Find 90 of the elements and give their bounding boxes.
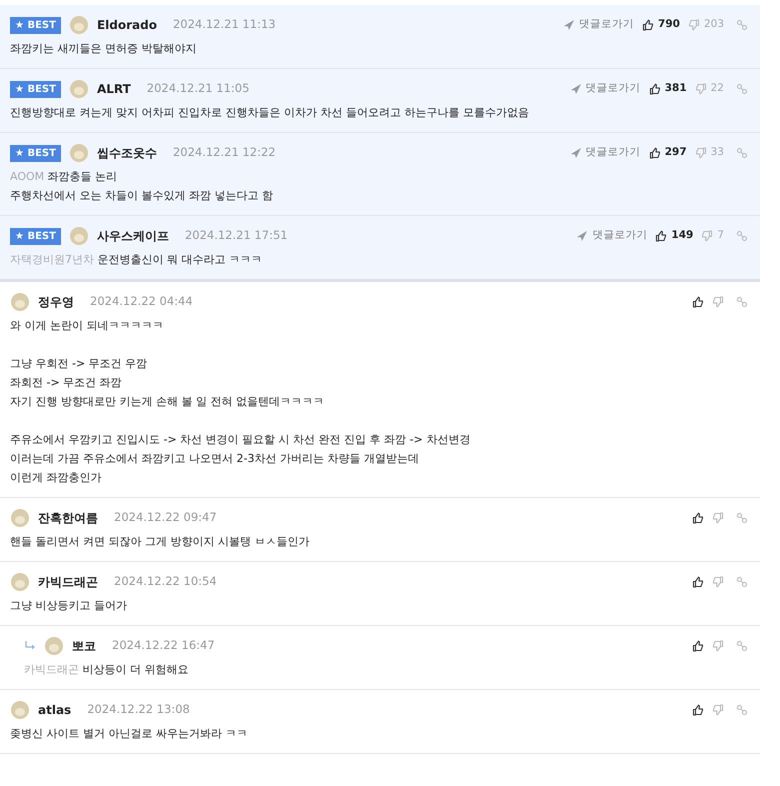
dislike-button[interactable] [712, 640, 724, 652]
thumbs-up-icon [692, 576, 704, 588]
avatar [68, 226, 89, 246]
comment-text: 핸들 돌리면서 켜면 되잖아 그게 방향이지 시볼탱 ㅂㅅ들인가 [10, 534, 310, 550]
comment-time: 2024.12.21 11:05 [146, 80, 250, 98]
comment-text: 그냥 비상등키고 들어가 [10, 598, 128, 614]
thumbs-down-icon [712, 704, 724, 716]
avatar [10, 572, 30, 592]
like-button[interactable]: 149 [655, 228, 694, 244]
go-to-comment-link[interactable]: 댓글로가기 [576, 228, 648, 244]
author-name[interactable]: 사우스케이프 [96, 227, 169, 245]
link-icon[interactable] [736, 640, 748, 652]
comment-text: AOOM 좌깜충들 논리 주행차선에서 오는 차들이 볼수있게 좌깜 넣는다고 함 [10, 169, 274, 204]
author-name[interactable]: Eldorado [96, 16, 157, 34]
like-button[interactable] [692, 704, 704, 716]
dislike-button[interactable] [712, 296, 724, 308]
dislike-button[interactable] [712, 512, 724, 524]
reply-arrow-icon [24, 640, 36, 652]
best-badge: ★ BEST [10, 80, 61, 98]
thumbs-up-icon [692, 704, 704, 716]
go-to-comment-link[interactable]: 댓글로가기 [563, 17, 634, 33]
avatar [10, 292, 30, 312]
avatar [68, 79, 89, 99]
comment-text: 진행방향대로 켜는게 맞지 어차피 진입차로 진행차들은 이차가 차선 들어오려고 하는구나를 모를수가없음 [10, 105, 530, 121]
best-badge: ★ BEST [10, 144, 61, 162]
thumbs-up-icon [692, 296, 704, 308]
thumbs-down-icon [712, 512, 724, 524]
avatar [44, 636, 64, 656]
link-icon[interactable] [736, 230, 748, 242]
best-badge: ★ BEST [10, 228, 61, 244]
link-icon[interactable] [736, 704, 748, 716]
thumbs-up-icon [692, 640, 704, 652]
send-icon [563, 19, 576, 31]
comment-text: 좆병신 사이트 별거 아닌걸로 싸우는거봐라 ㅋㅋ [10, 726, 248, 742]
go-to-comment-link[interactable]: 댓글로가기 [570, 145, 641, 161]
author-name[interactable]: 씹수조옷수 [96, 144, 157, 162]
best-badge: ★ BEST [10, 16, 61, 34]
avatar [68, 15, 89, 35]
comment-time: 2024.12.22 04:44 [90, 293, 193, 310]
comment-text: 좌깜키는 새끼들은 면허증 박탈해야지 [10, 41, 198, 57]
comment-text: 와 이게 논란이 되네ㅋㅋㅋㅋㅋ 그냥 우회전 -> 무조건 우깜 좌회전 -> 무조건 좌깜 자기 진행 방향대로만 키는게 손해 볼 일 전혀 없을텐데ㅋㅋㅋㅋ 주유소에서 우깜키고 진입시도 -> 차선 변경이 필요할 시 차선 완전 진입 후 좌깜 -> 차선변경 이러는데 가끔 주유소에서 좌깜키고 나오면서 2-3차선 가버리는 차량들 개열받는데 이런게 좌깜충인가 [10, 318, 472, 486]
link-icon[interactable] [736, 19, 748, 31]
link-icon[interactable] [736, 296, 748, 308]
comment-time: 2024.12.22 10:54 [114, 573, 217, 590]
like-button[interactable] [692, 576, 704, 588]
send-icon [570, 83, 582, 95]
like-button[interactable] [692, 640, 704, 652]
thumbs-down-icon [694, 83, 707, 95]
thumbs-up-icon [692, 512, 704, 524]
thumbs-up-icon [642, 19, 654, 31]
comment-text: 카빅드래곤 비상등이 더 위험해요 [24, 662, 190, 678]
comment-time: 2024.12.22 16:47 [112, 637, 215, 654]
author-name[interactable]: ALRT [96, 80, 131, 98]
like-button[interactable]: 297 [648, 145, 687, 161]
comment-time: 2024.12.21 11:13 [172, 16, 276, 34]
author-name[interactable]: 잔혹한여름 [38, 509, 98, 527]
dislike-button[interactable] [712, 704, 724, 716]
comment-time: 2024.12.22 09:47 [114, 509, 217, 526]
comment-time: 2024.12.22 13:08 [87, 701, 190, 718]
thumbs-up-icon [648, 147, 661, 159]
send-icon [570, 147, 582, 159]
thumbs-down-icon [712, 576, 724, 588]
thumbs-down-icon [688, 19, 700, 31]
author-name[interactable]: atlas [38, 701, 72, 719]
author-name[interactable]: 뽀코 [72, 637, 96, 655]
thumbs-down-icon [712, 296, 724, 308]
dislike-button[interactable] [712, 576, 724, 588]
link-icon[interactable] [736, 147, 748, 159]
author-name[interactable]: 정우영 [38, 293, 74, 311]
thumbs-down-icon [694, 147, 707, 159]
link-icon[interactable] [736, 512, 748, 524]
thumbs-up-icon [648, 83, 661, 95]
avatar [10, 700, 30, 720]
link-icon[interactable] [736, 576, 748, 588]
like-button[interactable] [692, 512, 704, 524]
go-to-comment-link[interactable]: 댓글로가기 [570, 81, 641, 97]
thumbs-down-icon [712, 640, 724, 652]
comment-text: 자택경비원7년차 운전병출신이 뭐 대수라고 ㅋㅋㅋ [10, 252, 263, 268]
thumbs-up-icon [655, 230, 668, 242]
like-button[interactable]: 381 [648, 81, 687, 97]
comment-time: 2024.12.21 12:22 [172, 144, 276, 162]
send-icon [576, 230, 588, 242]
avatar [68, 143, 89, 163]
like-button[interactable] [692, 296, 704, 308]
avatar [10, 508, 30, 528]
author-name[interactable]: 카빅드래곤 [38, 573, 98, 591]
link-icon[interactable] [736, 83, 748, 95]
thumbs-down-icon [701, 230, 714, 242]
comment-time: 2024.12.21 17:51 [184, 227, 288, 244]
like-button[interactable]: 790 [642, 17, 680, 33]
